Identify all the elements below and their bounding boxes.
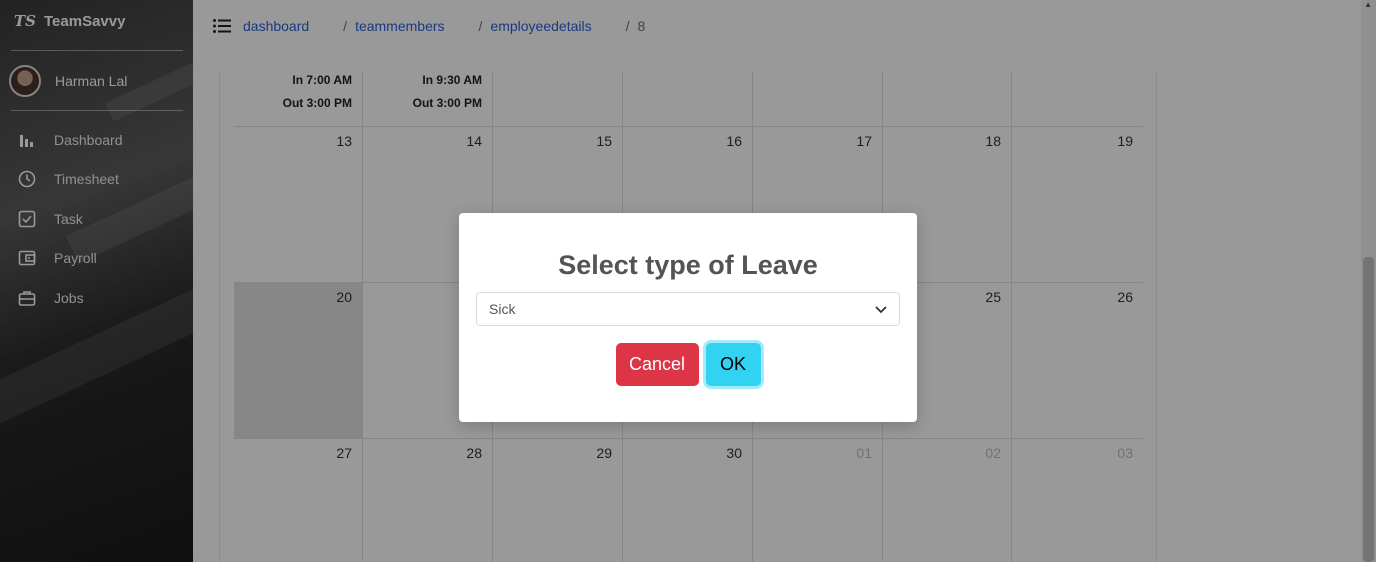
- ok-button[interactable]: OK: [705, 343, 761, 386]
- select-value: Sick: [489, 301, 516, 317]
- cancel-button[interactable]: Cancel: [615, 343, 699, 386]
- leave-type-select[interactable]: Sick: [476, 292, 900, 326]
- leave-type-dialog: Select type of Leave Sick Cancel OK: [459, 213, 917, 422]
- chevron-down-icon: [875, 301, 887, 317]
- dialog-title: Select type of Leave: [558, 250, 818, 280]
